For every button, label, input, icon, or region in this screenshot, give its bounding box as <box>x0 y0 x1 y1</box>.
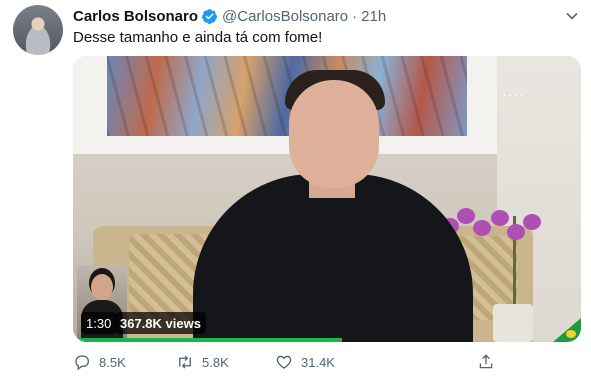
heart-icon <box>276 355 292 369</box>
retweet-icon <box>179 355 191 369</box>
like-count: 31.4K <box>301 354 335 370</box>
handle[interactable]: @CarlosBolsonaro <box>222 8 348 25</box>
like-button[interactable]: 31.4K <box>275 350 335 374</box>
tweet-text: Desse tamanho e ainda tá com fome! <box>73 29 323 46</box>
tweet-actions: 8.5K 5.8K 31.4K <box>73 350 503 374</box>
separator-dot: · <box>352 7 358 25</box>
retweet-button[interactable]: 5.8K <box>176 350 229 374</box>
video-progress-bar[interactable] <box>73 338 343 342</box>
video-duration: 1:30 <box>81 312 117 334</box>
tweet-header: Carlos Bolsonaro @CarlosBolsonaro · 21h <box>73 6 386 26</box>
reply-button[interactable]: 8.5K <box>73 350 126 374</box>
tweet-card[interactable]: Carlos Bolsonaro @CarlosBolsonaro · 21h … <box>0 0 591 383</box>
video-scene-vase <box>493 304 533 342</box>
video-player[interactable]: ···· 1:30 367.8K views <box>73 56 581 342</box>
scene-dots: ···· <box>502 86 525 102</box>
video-view-count: 367.8K views <box>115 312 206 334</box>
avatar[interactable] <box>13 5 63 55</box>
display-name[interactable]: Carlos Bolsonaro <box>73 8 198 25</box>
timestamp[interactable]: 21h <box>361 8 386 25</box>
reply-icon <box>75 355 90 371</box>
reply-count: 8.5K <box>99 354 126 370</box>
share-icon <box>479 354 493 369</box>
video-scene-person-head <box>289 80 379 188</box>
chevron-down-icon[interactable] <box>562 6 582 26</box>
share-button[interactable] <box>477 350 503 374</box>
retweet-count: 5.8K <box>202 354 229 370</box>
verified-badge-icon <box>202 8 217 24</box>
